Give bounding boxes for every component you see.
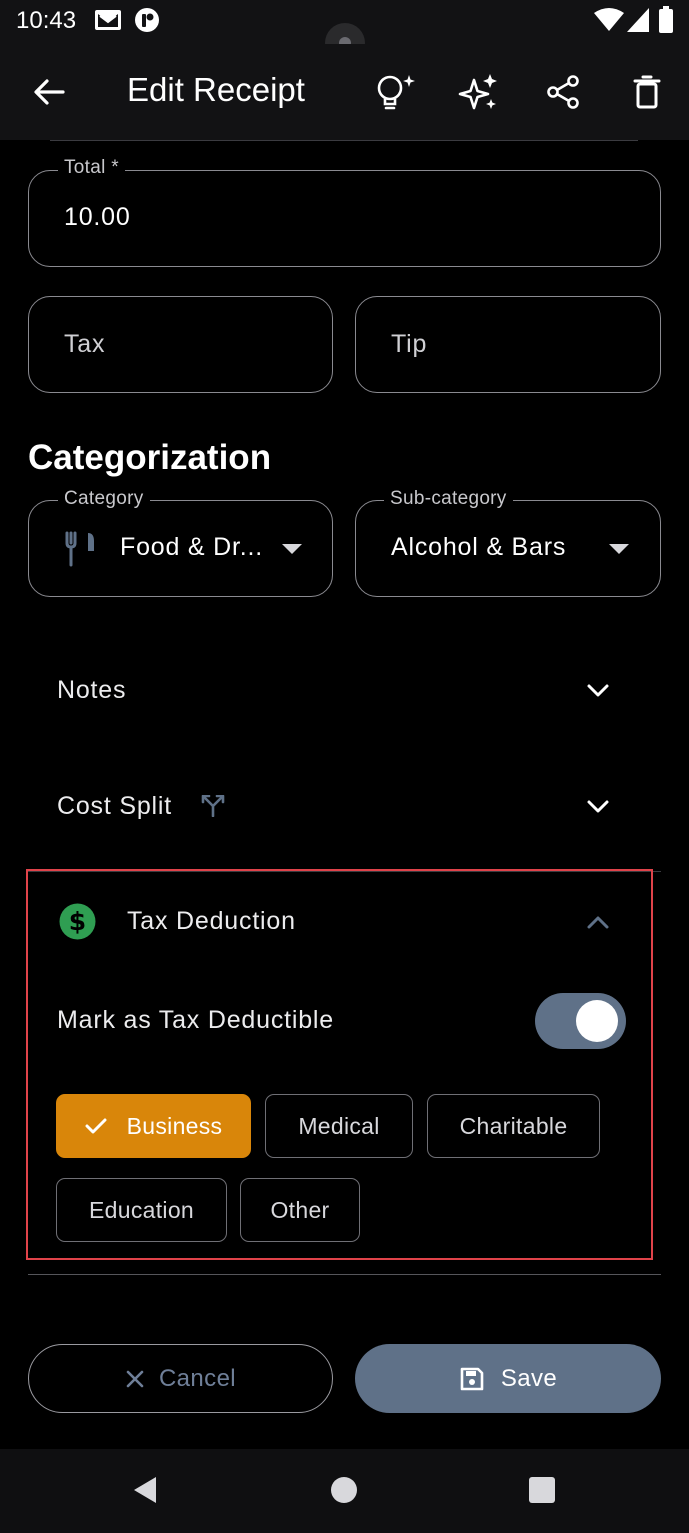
category-label: Category (58, 488, 150, 510)
nav-home-icon[interactable] (314, 1460, 374, 1520)
save-icon (460, 1367, 484, 1390)
share-icon[interactable] (539, 68, 587, 116)
battery-icon (658, 6, 674, 34)
tip-placeholder: Tip (391, 330, 428, 358)
save-label: Save (500, 1364, 558, 1392)
split-arrows-icon (201, 795, 225, 817)
cancel-button[interactable]: Cancel (28, 1344, 333, 1413)
page-title: Edit Receipt (127, 71, 305, 108)
highlight-box (26, 869, 653, 1260)
sparkles-icon[interactable] (455, 68, 503, 116)
lightbulb-sparkle-icon[interactable] (370, 68, 418, 116)
trash-icon[interactable] (623, 68, 671, 116)
subcategory-value: Alcohol & Bars (391, 533, 567, 561)
chevron-down-icon (586, 683, 610, 699)
cancel-label: Cancel (158, 1364, 237, 1392)
close-icon (126, 1370, 144, 1387)
save-button[interactable]: Save (355, 1344, 661, 1413)
chevron-down-icon (586, 799, 610, 815)
total-value: 10.00 (64, 203, 131, 231)
top-divider (50, 140, 638, 141)
wifi-icon (594, 8, 624, 32)
status-time: 10:43 (16, 7, 77, 34)
notes-label: Notes (57, 676, 127, 704)
fork-knife-icon (64, 531, 98, 567)
nav-back-icon[interactable] (115, 1460, 175, 1520)
category-value: Food & Dr... (120, 533, 263, 561)
bottom-divider (28, 1274, 661, 1275)
categorization-title: Categorization (28, 438, 272, 477)
chevron-down-icon (282, 543, 302, 555)
app-badge-icon (134, 7, 160, 33)
nav-recents-icon[interactable] (512, 1460, 572, 1520)
back-arrow-icon[interactable] (25, 68, 73, 116)
cost-split-label: Cost Split (57, 792, 172, 820)
tax-placeholder: Tax (64, 330, 106, 358)
mail-icon (94, 8, 122, 32)
chevron-down-icon (609, 543, 629, 555)
total-label: Total * (58, 157, 125, 179)
subcategory-label: Sub-category (384, 488, 513, 510)
signal-icon (627, 8, 649, 32)
